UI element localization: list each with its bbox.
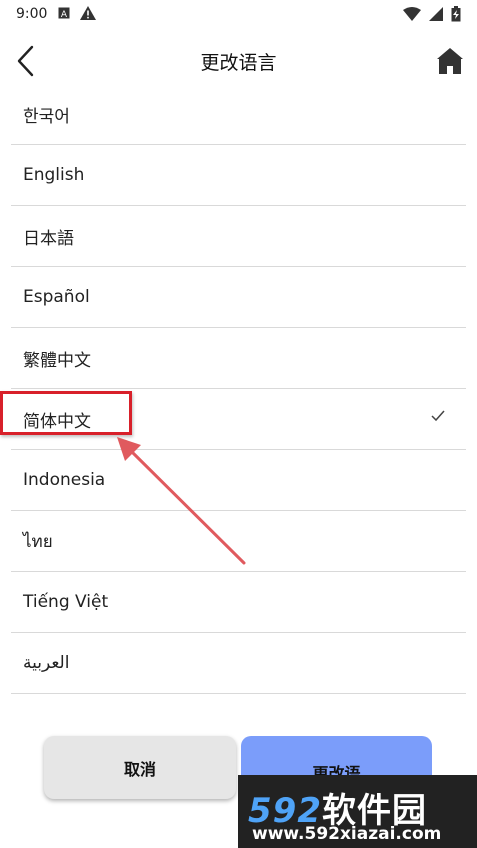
language-label: English [23,165,85,185]
language-label: 日本語 [23,228,74,249]
status-right-icons [403,6,461,22]
language-item-spanish[interactable]: Español [11,267,466,328]
language-item-thai[interactable]: ไทย [11,511,466,572]
language-label: Español [23,287,90,307]
language-label: Tiếng Việt [23,592,109,612]
language-list: 한국어 English 日本語 Español 繁體中文 简体中文 Indone… [11,84,466,694]
sim-a-icon: A [58,7,70,19]
language-item-vietnamese[interactable]: Tiếng Việt [11,572,466,633]
svg-text:A: A [61,10,68,19]
language-item-indonesian[interactable]: Indonesia [11,450,466,511]
page-title: 更改语言 [200,52,277,74]
battery-charging-icon [451,6,461,22]
language-label: Indonesia [23,470,106,490]
language-item-english[interactable]: English [11,145,466,206]
status-time: 9:00 [16,6,48,22]
checkmark-icon [431,410,445,422]
watermark-url: www.592xiazai.com [252,824,442,844]
home-icon [437,48,463,74]
home-button[interactable] [433,44,467,78]
status-left-icons: A [58,6,96,20]
wifi-icon [403,7,421,21]
watermark-logo: 592软件园 www.592xiazai.com [238,775,477,848]
language-label: 繁體中文 [23,350,91,371]
cancel-button[interactable]: 取消 [44,736,236,799]
language-item-traditional-chinese[interactable]: 繁體中文 [11,328,466,389]
warning-icon [80,6,96,20]
status-bar: 9:00 A [0,0,477,28]
language-label: ไทย [23,531,53,552]
language-item-korean[interactable]: 한국어 [11,84,466,145]
language-item-arabic[interactable]: العربية [11,633,466,694]
signal-icon [429,7,443,21]
language-label: 한국어 [23,106,70,127]
language-item-japanese[interactable]: 日本語 [11,206,466,267]
language-label: العربية [23,653,70,673]
annotation-highlight-box [0,391,132,435]
app-bar: 更改语言 [0,40,477,82]
